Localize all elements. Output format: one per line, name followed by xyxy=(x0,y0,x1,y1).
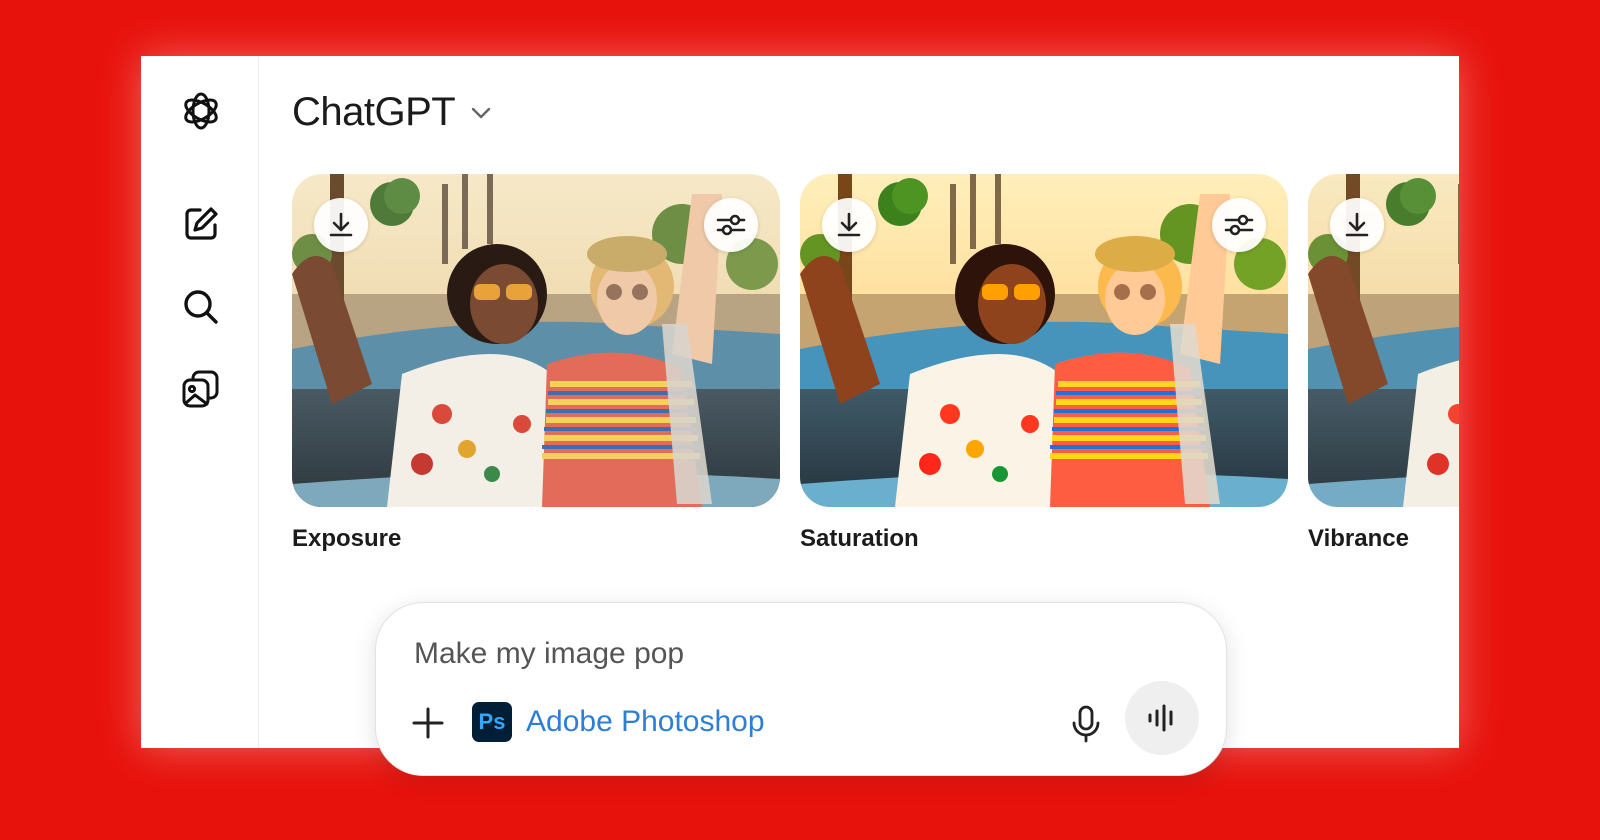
image-card-exposure[interactable]: Exposure xyxy=(292,174,780,553)
image-card-vibrance[interactable]: Vibrance xyxy=(1308,174,1459,553)
openai-logo-icon[interactable] xyxy=(176,86,226,136)
sliders-icon xyxy=(716,214,746,236)
sliders-icon xyxy=(1224,214,1254,236)
download-button[interactable] xyxy=(314,198,368,252)
prompt-composer[interactable]: Make my image pop Ps Adobe Photoshop xyxy=(375,602,1227,776)
download-button[interactable] xyxy=(1330,198,1384,252)
voice-mode-button[interactable] xyxy=(1125,681,1199,755)
model-picker[interactable]: ChatGPT xyxy=(292,90,493,135)
model-title: ChatGPT xyxy=(292,90,456,134)
app-name: Adobe Photoshop xyxy=(526,705,765,738)
photoshop-app-chip[interactable]: Ps Adobe Photoshop xyxy=(472,702,765,742)
card-label: Saturation xyxy=(800,525,919,552)
download-icon xyxy=(1345,212,1369,237)
adjustments-button[interactable] xyxy=(1212,198,1266,252)
download-button[interactable] xyxy=(822,198,876,252)
photoshop-logo-icon: Ps xyxy=(472,702,512,742)
card-label: Exposure xyxy=(292,525,402,552)
chevron-down-icon xyxy=(472,107,491,118)
plus-icon xyxy=(412,707,444,739)
sidebar xyxy=(141,56,259,748)
add-attachment-button[interactable] xyxy=(406,701,450,745)
microphone-button[interactable] xyxy=(1061,699,1111,749)
new-chat-icon[interactable] xyxy=(176,199,226,249)
images-icon[interactable] xyxy=(176,364,226,414)
image-preview[interactable] xyxy=(1308,174,1459,507)
microphone-icon xyxy=(1072,705,1100,743)
prompt-input[interactable]: Make my image pop xyxy=(414,637,684,671)
search-icon[interactable] xyxy=(176,282,226,332)
download-icon xyxy=(329,212,353,237)
waveform-icon xyxy=(1148,704,1173,732)
download-icon xyxy=(837,212,861,237)
image-preview[interactable] xyxy=(800,174,1288,507)
image-card-saturation[interactable]: Saturation xyxy=(800,174,1288,553)
image-preview[interactable] xyxy=(292,174,780,507)
card-label: Vibrance xyxy=(1308,525,1409,552)
adjustments-button[interactable] xyxy=(704,198,758,252)
